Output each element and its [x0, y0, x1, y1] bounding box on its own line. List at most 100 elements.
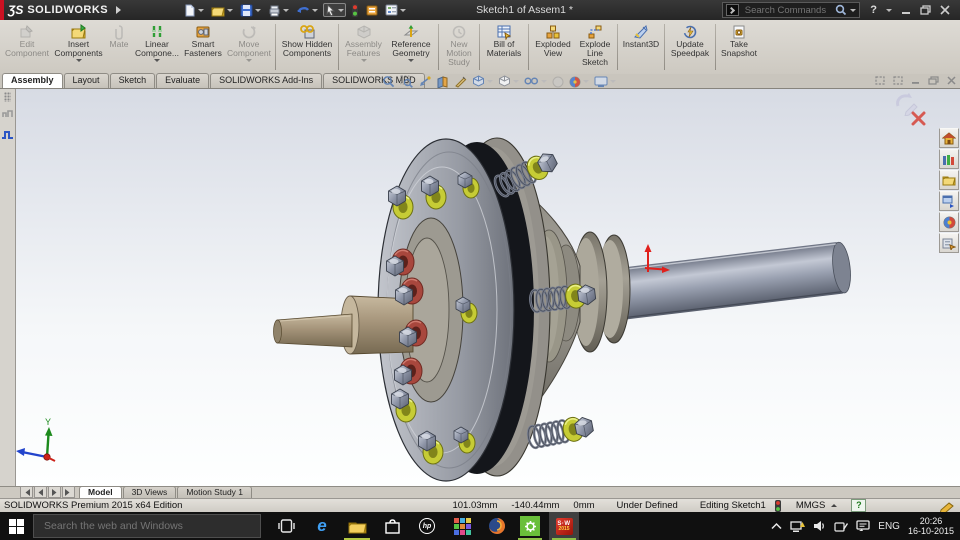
- section-view-button[interactable]: [436, 75, 449, 88]
- tab-3d-views[interactable]: 3D Views: [122, 486, 177, 498]
- help-dropdown-caret[interactable]: [886, 8, 892, 12]
- file-properties-button[interactable]: [364, 3, 380, 17]
- hp-app-button[interactable]: hp: [411, 512, 443, 540]
- tab-layout[interactable]: Layout: [63, 73, 109, 88]
- doc-close-icon[interactable]: [947, 76, 956, 85]
- search-icon[interactable]: [835, 4, 846, 16]
- tab-sketch[interactable]: Sketch: [109, 73, 156, 88]
- print-dropdown-caret[interactable]: [283, 8, 290, 12]
- panel-grip-handle[interactable]: [4, 92, 11, 102]
- tab-motion-study-1[interactable]: Motion Study 1: [177, 486, 253, 498]
- language-indicator[interactable]: ENG: [878, 521, 900, 532]
- apply-scene-caret[interactable]: [583, 80, 589, 83]
- view-settings-button[interactable]: [594, 76, 616, 88]
- tab-assembly[interactable]: Assembly: [2, 73, 63, 88]
- file-explorer-taskbar-button[interactable]: [341, 512, 373, 540]
- options-button[interactable]: [383, 3, 408, 17]
- linear-pattern-caret[interactable]: [154, 59, 160, 62]
- edit-appearance-button[interactable]: [552, 76, 564, 88]
- graphics-viewport[interactable]: Y: [0, 89, 960, 486]
- assembly-3d-model[interactable]: Y: [0, 89, 960, 486]
- close-button[interactable]: [940, 5, 950, 15]
- tray-chevron-icon[interactable]: [771, 522, 782, 530]
- ribbon-explode-line-sketch-button[interactable]: Explode Line Sketch: [575, 20, 615, 74]
- new-document-button[interactable]: [181, 3, 206, 18]
- ribbon-assembly-features-button[interactable]: Assembly Features: [341, 20, 386, 74]
- first-tab-button[interactable]: [20, 486, 33, 498]
- action-center-icon[interactable]: [856, 520, 870, 532]
- taskbar-search-box[interactable]: [33, 514, 261, 538]
- clock[interactable]: 20:26 16-10-2015: [908, 516, 954, 536]
- start-button[interactable]: [0, 512, 32, 540]
- print-button[interactable]: [266, 3, 291, 18]
- move-component-caret[interactable]: [246, 59, 252, 62]
- options-dropdown-caret[interactable]: [400, 8, 407, 12]
- cancel-sketch-icon[interactable]: [911, 111, 926, 126]
- insert-components-caret[interactable]: [75, 59, 82, 62]
- ribbon-show-hidden-button[interactable]: Show Hidden Components: [278, 20, 336, 74]
- firefox-button[interactable]: [481, 512, 513, 540]
- solidworks-taskbar-button[interactable]: S·W 2015: [549, 512, 579, 540]
- previous-view-button[interactable]: [418, 75, 431, 88]
- menu-expander-icon[interactable]: [116, 6, 122, 14]
- appearances-scenes-button[interactable]: [939, 212, 959, 232]
- save-dropdown-caret[interactable]: [255, 8, 262, 12]
- hide-show-items-button[interactable]: [524, 75, 547, 88]
- restore-button[interactable]: [920, 5, 931, 15]
- zoom-to-fit-button[interactable]: [382, 75, 395, 88]
- view-orientation-caret[interactable]: [487, 80, 493, 83]
- taskbar-search-input[interactable]: [42, 519, 246, 533]
- edge-browser-button[interactable]: e: [306, 512, 338, 540]
- tab-model[interactable]: Model: [79, 486, 122, 498]
- driven-shaft[interactable]: [615, 241, 853, 320]
- pen-input-icon[interactable]: [834, 521, 849, 532]
- view-settings-caret[interactable]: [610, 80, 616, 83]
- ribbon-edit-component-button[interactable]: Edit Component: [2, 20, 52, 74]
- last-tab-button[interactable]: [62, 486, 75, 498]
- doc-new-window-icon[interactable]: [893, 76, 903, 85]
- open-document-button[interactable]: [209, 3, 235, 18]
- tag-pencil-icon[interactable]: [940, 500, 954, 512]
- volume-icon[interactable]: [813, 520, 826, 532]
- sketch-profile-icon[interactable]: [1, 128, 14, 140]
- windows-store-button[interactable]: [376, 512, 408, 540]
- units-caret[interactable]: [831, 504, 838, 507]
- ribbon-smart-fasteners-button[interactable]: Smart Fasteners: [181, 20, 225, 74]
- display-style-caret[interactable]: [513, 80, 519, 83]
- undo-button[interactable]: [294, 3, 320, 18]
- save-button[interactable]: [238, 3, 263, 18]
- annotation-views-button[interactable]: [454, 75, 467, 88]
- command-search-input[interactable]: [742, 3, 831, 17]
- hide-show-items-caret[interactable]: [541, 80, 547, 83]
- file-explorer-button[interactable]: [939, 170, 959, 190]
- ribbon-linear-pattern-button[interactable]: Linear Compone...: [133, 20, 181, 74]
- ribbon-instant3d-button[interactable]: Instant3D: [620, 20, 662, 74]
- tab-evaluate[interactable]: Evaluate: [156, 73, 210, 88]
- select-dropdown-caret[interactable]: [338, 8, 345, 12]
- ribbon-bill-of-materials-button[interactable]: Bill of Materials: [482, 20, 526, 74]
- app-grid-button[interactable]: [446, 512, 478, 540]
- ribbon-exploded-view-button[interactable]: Exploded View: [531, 20, 575, 74]
- solidworks-resources-button[interactable]: [939, 128, 959, 148]
- quick-tips-help-button[interactable]: ?: [851, 499, 867, 512]
- open-dropdown-caret[interactable]: [227, 8, 234, 12]
- ribbon-move-component-button[interactable]: Move Component: [225, 20, 273, 74]
- next-tab-button[interactable]: [48, 486, 61, 498]
- driving-shaft[interactable]: [273, 313, 353, 348]
- minimize-button[interactable]: [901, 5, 911, 15]
- network-status-icon[interactable]: [790, 520, 806, 533]
- new-dropdown-caret[interactable]: [198, 8, 205, 12]
- tab-solidworks-add-ins[interactable]: SOLIDWORKS Add-Ins: [210, 73, 323, 88]
- ribbon-new-motion-study-button[interactable]: New Motion Study: [441, 20, 477, 74]
- view-orientation-button[interactable]: [472, 75, 493, 88]
- reference-geometry-caret[interactable]: [408, 59, 414, 62]
- ribbon-update-speedpak-button[interactable]: Update Speedpak: [667, 20, 713, 74]
- settings-app-button[interactable]: [515, 512, 545, 540]
- assembly-tree-icon[interactable]: [1, 108, 14, 120]
- doc-restore-up-icon[interactable]: [875, 76, 885, 85]
- view-palette-button[interactable]: [939, 191, 959, 211]
- zoom-to-area-button[interactable]: [400, 75, 413, 88]
- ribbon-insert-components-button[interactable]: Insert Components: [52, 20, 105, 74]
- display-style-button[interactable]: [498, 75, 519, 88]
- ribbon-reference-geometry-button[interactable]: Reference Geometry: [386, 20, 436, 74]
